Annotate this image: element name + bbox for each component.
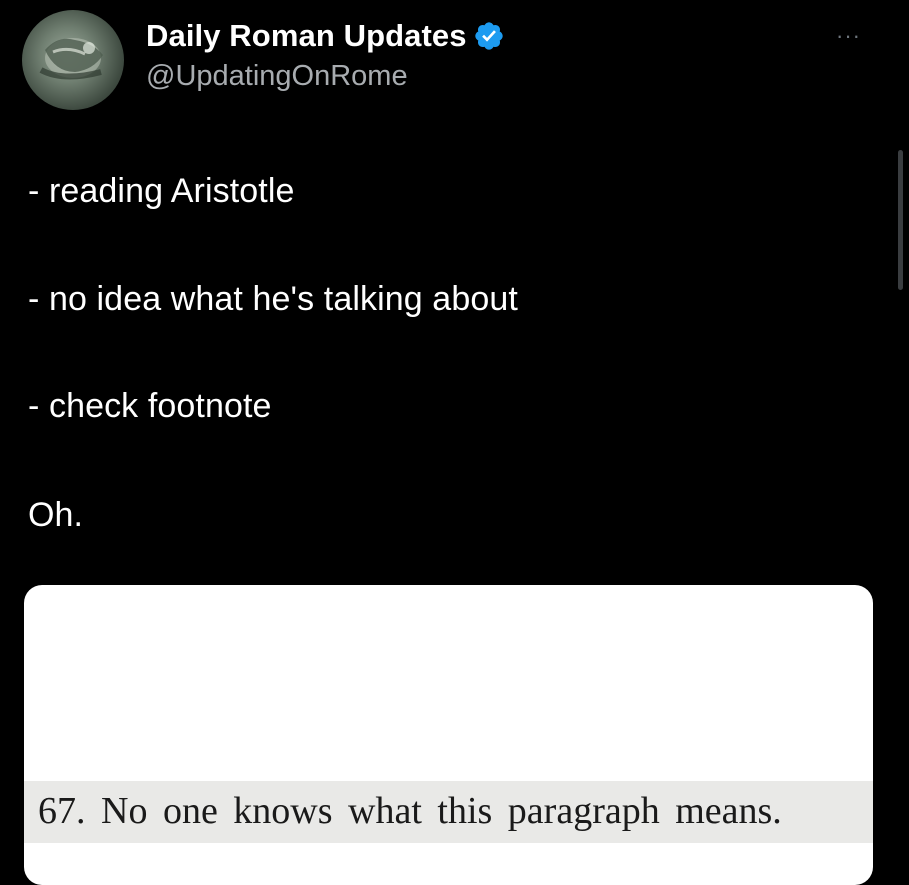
display-name[interactable]: Daily Roman Updates	[146, 18, 467, 54]
tweet-text-line: Oh.	[28, 496, 84, 534]
author-handle[interactable]: @UpdatingOnRome	[146, 60, 505, 93]
footnote-band: 67. No one knows what this paragraph mea…	[24, 781, 873, 843]
tweet-card: Daily Roman Updates @UpdatingOnRome ··· …	[0, 0, 909, 885]
tweet-text-line: - no idea what he's talking about	[28, 280, 518, 318]
laurel-bust-avatar-icon	[39, 38, 103, 80]
scrollbar[interactable]	[898, 150, 903, 290]
footnote-text: 67. No one knows what this paragraph mea…	[38, 790, 782, 832]
more-options-icon[interactable]: ···	[836, 25, 861, 47]
avatar[interactable]	[22, 10, 124, 110]
tweet-text-line: - check footnote	[28, 387, 272, 425]
tweet-text-line: - reading Aristotle	[28, 172, 295, 210]
verified-badge-icon	[473, 20, 505, 52]
attached-image[interactable]: 67. No one knows what this paragraph mea…	[24, 585, 873, 885]
author-header: Daily Roman Updates @UpdatingOnRome	[146, 14, 505, 93]
name-row: Daily Roman Updates	[146, 14, 505, 58]
